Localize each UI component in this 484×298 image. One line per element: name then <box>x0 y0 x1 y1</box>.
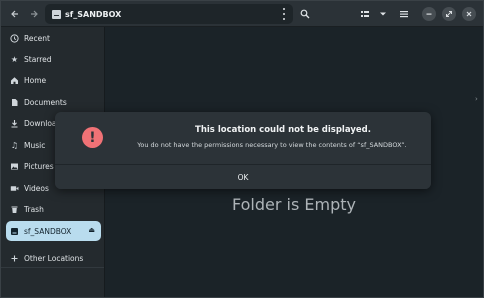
search-icon <box>300 9 310 19</box>
ok-button[interactable]: OK <box>55 165 431 189</box>
drive-icon <box>52 9 61 19</box>
path-menu-button[interactable] <box>279 7 289 21</box>
close-icon <box>466 11 472 17</box>
home-icon <box>10 76 19 85</box>
sidebar-item-starred[interactable]: ★ Starred <box>6 49 101 69</box>
sidebar-item-label: Other Locations <box>24 253 84 263</box>
path-segment-sf-sandbox[interactable]: sf_SANDBOX <box>48 6 125 22</box>
path-bar: sf_SANDBOX <box>45 4 293 24</box>
view-options-button[interactable] <box>374 5 392 23</box>
sidebar-item-trash[interactable]: Trash <box>6 199 101 219</box>
hamburger-icon <box>400 11 408 18</box>
sidebar-item-sf-sandbox[interactable]: sf_SANDBOX ⏏ <box>6 221 101 241</box>
dialog-message: You do not have the permissions necessar… <box>137 141 407 149</box>
sidebar-item-home[interactable]: Home <box>6 70 101 90</box>
sidebar-item-label: Videos <box>24 183 49 193</box>
minimize-button[interactable] <box>422 7 436 21</box>
main-menu-button[interactable] <box>395 5 413 23</box>
document-icon <box>10 98 19 107</box>
error-dialog: ! This location could not be displayed. … <box>55 112 431 189</box>
kebab-dot <box>283 18 285 20</box>
forward-button[interactable] <box>25 5 43 23</box>
eject-icon[interactable]: ⏏ <box>88 226 95 234</box>
star-icon: ★ <box>10 54 19 64</box>
headerbar: sf_SANDBOX <box>1 1 483 27</box>
back-button[interactable] <box>6 5 24 23</box>
chevron-right-icon: › <box>475 95 478 103</box>
sidebar-item-label: Starred <box>24 54 52 64</box>
sidebar-item-label: Documents <box>24 97 67 107</box>
grid-view-icon <box>361 11 369 17</box>
clock-icon <box>10 33 19 43</box>
close-button[interactable] <box>462 7 476 21</box>
music-icon: ♫ <box>10 140 19 150</box>
plus-icon <box>10 254 19 263</box>
search-button[interactable] <box>296 5 314 23</box>
maximize-icon <box>446 11 452 17</box>
error-icon: ! <box>82 127 103 148</box>
drive-icon <box>10 227 19 236</box>
chevron-down-icon <box>380 12 386 16</box>
path-label: sf_SANDBOX <box>65 9 122 19</box>
file-manager-window: sf_SANDBOX Recent ★ Starred Home Documen… <box>0 0 484 298</box>
empty-folder-message: Folder is Empty <box>232 195 356 214</box>
minimize-icon <box>426 13 432 15</box>
maximize-button[interactable] <box>442 7 456 21</box>
sidebar-item-label: Home <box>24 75 47 85</box>
download-icon <box>10 119 19 128</box>
dialog-title: This location could not be displayed. <box>195 125 371 135</box>
trash-icon <box>10 205 19 214</box>
dialog-actions: OK <box>55 164 431 189</box>
arrow-right-icon <box>31 10 38 18</box>
arrow-left-icon <box>11 10 18 18</box>
kebab-dot <box>283 8 285 10</box>
video-icon <box>10 184 19 193</box>
kebab-dot <box>283 13 285 15</box>
sidebar-item-label: Pictures <box>24 161 54 171</box>
sidebar-item-label: Recent <box>24 33 50 43</box>
sidebar-item-documents[interactable]: Documents <box>6 92 101 112</box>
view-toggle-button[interactable] <box>356 5 374 23</box>
sidebar-item-label: Music <box>24 140 46 150</box>
sidebar-item-recent[interactable]: Recent <box>6 28 101 48</box>
sidebar-item-other-locations[interactable]: Other Locations <box>6 248 101 268</box>
sidebar-item-label: sf_SANDBOX <box>24 226 72 236</box>
dialog-body: ! This location could not be displayed. … <box>55 112 431 162</box>
picture-icon <box>10 162 19 171</box>
sidebar-item-label: Trash <box>24 204 44 214</box>
